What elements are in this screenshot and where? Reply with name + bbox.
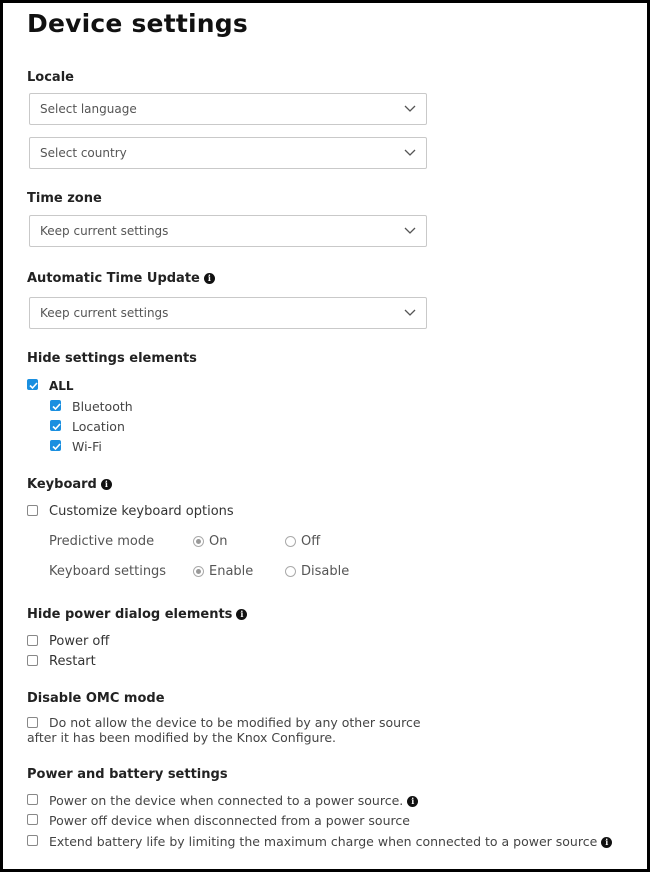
- device-settings-panel: Device settings Locale Select language S…: [0, 0, 650, 872]
- auto-time-heading-label: Automatic Time Update: [27, 271, 200, 286]
- power-off-disconnect-label: Power off device when disconnected from …: [49, 813, 410, 828]
- customize-keyboard-label: Customize keyboard options: [49, 504, 234, 519]
- power-on-checkbox[interactable]: [27, 794, 38, 805]
- info-icon[interactable]: i: [100, 479, 112, 490]
- auto-time-select[interactable]: Keep current settings: [29, 297, 427, 329]
- power-off-checkbox[interactable]: [27, 635, 38, 646]
- predictive-on-radio[interactable]: [193, 536, 204, 547]
- wifi-label: Wi-Fi: [72, 439, 102, 454]
- customize-keyboard-checkbox[interactable]: [27, 505, 38, 516]
- checkmark-icon: [52, 423, 61, 431]
- language-select-value: Select language: [40, 102, 137, 116]
- wifi-checkbox[interactable]: [50, 440, 61, 451]
- extend-battery-checkbox[interactable]: [27, 835, 38, 846]
- omc-label-line1: Do not allow the device to be modified b…: [49, 715, 421, 730]
- predictive-off-label: Off: [301, 534, 321, 549]
- power-on-label-row: Power on the device when connected to a …: [49, 793, 419, 808]
- power-off-disconnect-checkbox[interactable]: [27, 814, 38, 825]
- country-select[interactable]: Select country: [29, 137, 427, 169]
- chevron-down-icon: [404, 227, 416, 234]
- restart-checkbox[interactable]: [27, 655, 38, 666]
- power-off-label: Power off: [49, 634, 110, 649]
- omc-label-line2: after it has been modified by the Knox C…: [27, 730, 336, 745]
- predictive-off-radio[interactable]: [285, 536, 296, 547]
- predictive-on-label: On: [209, 534, 228, 549]
- keyboard-disable-radio[interactable]: [285, 566, 296, 577]
- restart-label: Restart: [49, 654, 96, 669]
- locale-heading: Locale: [27, 70, 74, 85]
- location-checkbox[interactable]: [50, 420, 61, 431]
- page-title: Device settings: [27, 9, 248, 38]
- info-icon[interactable]: i: [407, 796, 419, 807]
- info-icon[interactable]: i: [601, 837, 613, 848]
- all-label: ALL: [49, 379, 74, 393]
- bluetooth-label: Bluetooth: [72, 399, 133, 414]
- extend-battery-label-row: Extend battery life by limiting the maxi…: [49, 834, 613, 849]
- info-icon[interactable]: i: [236, 609, 248, 620]
- checkmark-icon: [29, 382, 38, 390]
- keyboard-enable-label: Enable: [209, 564, 254, 579]
- timezone-heading: Time zone: [27, 191, 102, 206]
- extend-battery-label: Extend battery life by limiting the maxi…: [49, 834, 598, 849]
- chevron-down-icon: [404, 309, 416, 316]
- bluetooth-checkbox[interactable]: [50, 400, 61, 411]
- keyboard-enable-radio[interactable]: [193, 566, 204, 577]
- auto-time-heading: Automatic Time Update i: [27, 271, 215, 286]
- auto-time-select-value: Keep current settings: [40, 306, 169, 320]
- chevron-down-icon: [404, 149, 416, 156]
- power-battery-heading: Power and battery settings: [27, 767, 228, 782]
- chevron-down-icon: [404, 105, 416, 112]
- predictive-mode-label: Predictive mode: [49, 534, 155, 549]
- power-dialog-heading-label: Hide power dialog elements: [27, 607, 233, 622]
- timezone-select[interactable]: Keep current settings: [29, 215, 427, 247]
- hide-settings-heading: Hide settings elements: [27, 351, 197, 366]
- power-on-label: Power on the device when connected to a …: [49, 793, 404, 808]
- checkmark-icon: [52, 443, 61, 451]
- keyboard-heading: Keyboard i: [27, 477, 112, 492]
- keyboard-disable-label: Disable: [301, 564, 350, 579]
- power-dialog-heading: Hide power dialog elements i: [27, 607, 248, 622]
- omc-heading: Disable OMC mode: [27, 691, 165, 706]
- language-select[interactable]: Select language: [29, 93, 427, 125]
- checkmark-icon: [52, 403, 61, 411]
- keyboard-heading-label: Keyboard: [27, 477, 97, 492]
- keyboard-settings-label: Keyboard settings: [49, 564, 167, 579]
- timezone-select-value: Keep current settings: [40, 224, 169, 238]
- all-checkbox[interactable]: [27, 379, 38, 390]
- info-icon[interactable]: i: [203, 273, 215, 284]
- location-label: Location: [72, 419, 125, 434]
- omc-checkbox[interactable]: [27, 717, 38, 728]
- country-select-value: Select country: [40, 146, 127, 160]
